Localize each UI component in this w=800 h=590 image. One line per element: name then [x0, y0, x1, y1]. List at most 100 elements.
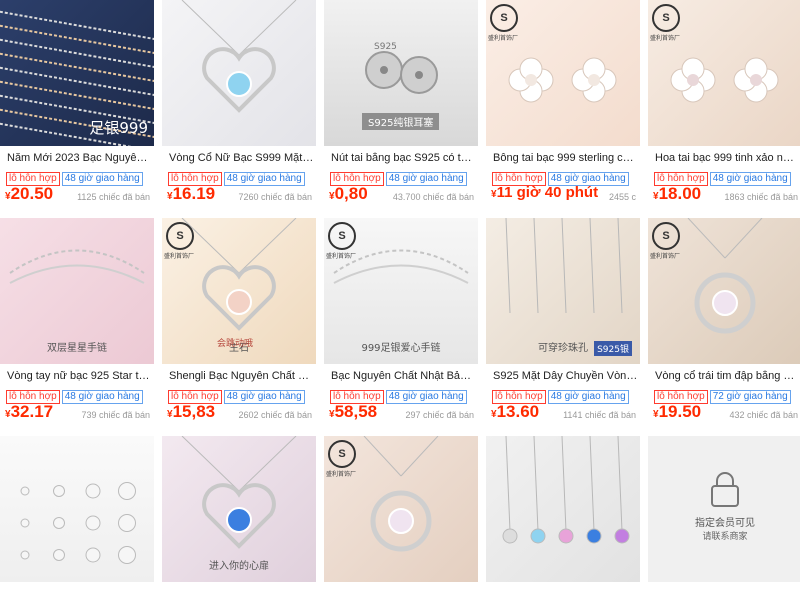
brand-name: 盛利首饰厂: [164, 254, 195, 260]
product-image[interactable]: 指定会员可见 请联系商家: [648, 436, 800, 582]
image-caption-secondary: S925: [374, 42, 397, 52]
product-title[interactable]: Năm Mới 2023 Bạc Nguyên Ch...: [7, 152, 152, 164]
product-price: 0,80: [334, 184, 368, 203]
price-line: ¥19.50 432 chiếc đã bán: [653, 402, 800, 426]
product-title[interactable]: Nút tai bằng bạc S925 có thể t...: [331, 152, 476, 164]
price-line: ¥13.60 1141 chiếc đã bán: [491, 402, 639, 426]
sold-count: 739 chiếc đã bán: [81, 410, 150, 420]
brand-logo-icon: S: [490, 4, 518, 32]
brand-logo-icon: S: [328, 222, 356, 250]
image-caption: 足银999: [89, 119, 148, 137]
product-image[interactable]: S 盛利首饰厂 主石 会跳动哦: [162, 218, 316, 364]
product-image[interactable]: S 盛利首饰厂 999足银爱心手链: [324, 218, 478, 364]
product-card[interactable]: [0, 436, 154, 590]
product-image[interactable]: S925纯银耳塞 S925: [324, 0, 478, 146]
product-title[interactable]: Vòng tay nữ bạc 925 Star thiết...: [7, 370, 152, 382]
product-image[interactable]: S 盛利首饰厂: [324, 436, 478, 582]
price-line: ¥0,80 43.700 chiếc đã bán: [329, 184, 477, 208]
product-price: 19.50: [658, 402, 702, 421]
product-card[interactable]: S 盛利首饰厂 Vòng cổ trái tim đập bằng bạc ... l…: [648, 218, 800, 428]
image-caption-secondary: S925银: [594, 341, 632, 356]
product-title[interactable]: Shengli Bạc Nguyên Chất Bạc ...: [169, 370, 314, 382]
product-tags: lô hỗn hợp 48 giờ giao hàng: [6, 386, 145, 404]
product-card[interactable]: 指定会员可见 请联系商家: [648, 436, 800, 590]
product-title[interactable]: Bạc Nguyên Chất Nhật Bản Và ...: [331, 370, 476, 382]
product-card[interactable]: [486, 436, 640, 590]
brand-name: 盛利首饰厂: [326, 472, 357, 478]
product-price: 18.00: [658, 184, 702, 203]
product-tags: lô hỗn hợp 48 giờ giao hàng: [492, 386, 631, 404]
product-grid: 足银999 Năm Mới 2023 Bạc Nguyên Ch... lô hỗn…: [0, 0, 800, 590]
product-tags: lô hỗn hợp 72 giờ giao hàng: [654, 386, 793, 404]
product-image[interactable]: 双层星星手链: [0, 218, 154, 364]
brand-logo-icon: S: [652, 222, 680, 250]
product-image[interactable]: S 盛利首饰厂: [648, 0, 800, 146]
price-line: ¥18.00 1863 chiếc đã bán: [653, 184, 800, 208]
product-tags: lô hỗn hợp 48 giờ giao hàng: [330, 386, 469, 404]
product-card[interactable]: 可穿珍珠孔S925银 S925 Mặt Dây Chuyền Vòng Cổ...…: [486, 218, 640, 428]
product-image[interactable]: 可穿珍珠孔 S925银: [486, 218, 640, 364]
brand-name: 盛利首饰厂: [650, 36, 681, 42]
product-image[interactable]: [162, 0, 316, 146]
product-price: 58,58: [334, 402, 378, 421]
product-tags: lô hỗn hợp 48 giờ giao hàng: [654, 168, 793, 186]
product-card[interactable]: S 盛利首饰厂 999足银爱心手链 Bạc Nguyên Chất Nhật Bản …: [324, 218, 478, 428]
product-image[interactable]: S 盛利首饰厂: [648, 218, 800, 364]
image-caption: S925纯银耳塞: [362, 113, 440, 130]
product-card[interactable]: S 盛利首饰厂: [324, 436, 478, 590]
product-tags: lô hỗn hợp 48 giờ giao hàng: [492, 168, 631, 186]
product-card[interactable]: Vòng Cổ Nữ Bạc S999 Mặt Dây... lô hỗn hợp…: [162, 0, 316, 210]
product-card[interactable]: 足银999 Năm Mới 2023 Bạc Nguyên Ch... lô hỗn…: [0, 0, 154, 210]
product-image[interactable]: 足银999: [0, 0, 154, 146]
product-card[interactable]: 进入你的心扉: [162, 436, 316, 590]
product-tags: lô hỗn hợp 48 giờ giao hàng: [330, 168, 469, 186]
product-title[interactable]: Hoa tai bạc 999 tinh xảo nữ ki...: [655, 152, 800, 164]
product-price: 11 giờ 40 phút: [496, 184, 599, 201]
product-price: 16.19: [172, 184, 216, 203]
product-image[interactable]: 进入你的心扉: [162, 436, 316, 582]
image-caption-secondary: 请联系商家: [702, 532, 748, 542]
product-illustration: [20, 482, 136, 564]
product-price: 20.50: [10, 184, 54, 203]
price-line: ¥15,83 2602 chiếc đã bán: [167, 402, 315, 426]
product-card[interactable]: S925纯银耳塞 S925 Nút tai bằng bạc S925 có thể…: [324, 0, 478, 210]
product-price: 32.17: [10, 402, 54, 421]
product-image[interactable]: [486, 436, 640, 582]
price-line: ¥11 giờ 40 phút 2455 c: [491, 184, 639, 208]
product-title[interactable]: S925 Mặt Dây Chuyền Vòng Cổ...: [493, 370, 638, 382]
product-card[interactable]: 双层星星手链 Vòng tay nữ bạc 925 Star thiết... l…: [0, 218, 154, 428]
sold-count: 2455 c: [608, 192, 636, 202]
product-price: 13.60: [496, 402, 540, 421]
product-tags: lô hỗn hợp 48 giờ giao hàng: [168, 386, 307, 404]
product-card[interactable]: S 盛利首饰厂 主石 会跳动哦 Shengli Bạc Nguyên Chất Bạc …: [162, 218, 316, 428]
sold-count: 297 chiếc đã bán: [405, 410, 474, 420]
sold-count: 1141 chiếc đã bán: [563, 410, 636, 420]
image-caption: 双层星星手链: [47, 343, 107, 354]
image-caption: 进入你的心扉: [209, 561, 269, 572]
image-caption-secondary: 会跳动哦: [217, 339, 254, 349]
sold-count: 2602 chiếc đã bán: [238, 410, 312, 420]
product-title[interactable]: Vòng cổ trái tim đập bằng bạc ...: [655, 370, 800, 382]
sold-count: 7260 chiếc đã bán: [238, 192, 312, 202]
product-title[interactable]: Bông tai bạc 999 sterling chân ...: [493, 152, 638, 164]
product-image[interactable]: [0, 436, 154, 582]
brand-logo-icon: S: [652, 4, 680, 32]
brand-logo-icon: S: [328, 440, 356, 468]
brand-logo-icon: S: [166, 222, 194, 250]
sold-count: 1125 chiếc đã bán: [77, 192, 150, 202]
sold-count: 432 chiếc đã bán: [729, 410, 798, 420]
product-card[interactable]: S 盛利首饰厂 Hoa tai bạc 999 tinh xảo nữ ki... l…: [648, 0, 800, 210]
brand-name: 盛利首饰厂: [488, 36, 519, 42]
product-image[interactable]: S 盛利首饰厂: [486, 0, 640, 146]
sold-count: 43.700 chiếc đã bán: [392, 192, 474, 202]
product-title[interactable]: Vòng Cổ Nữ Bạc S999 Mặt Dây...: [169, 152, 314, 164]
product-price: 15,83: [172, 402, 216, 421]
image-caption: 999足银爱心手链: [361, 343, 441, 354]
product-tags: lô hỗn hợp 48 giờ giao hàng: [6, 168, 145, 186]
product-illustration: [502, 436, 630, 544]
price-line: ¥20.50 1125 chiếc đã bán: [5, 184, 153, 208]
brand-name: 盛利首饰厂: [326, 254, 357, 260]
price-line: ¥16.19 7260 chiếc đã bán: [167, 184, 315, 208]
product-card[interactable]: S 盛利首饰厂 Bông tai bạc 999 sterling chân ...…: [486, 0, 640, 210]
product-tags: lô hỗn hợp 48 giờ giao hàng: [168, 168, 307, 186]
